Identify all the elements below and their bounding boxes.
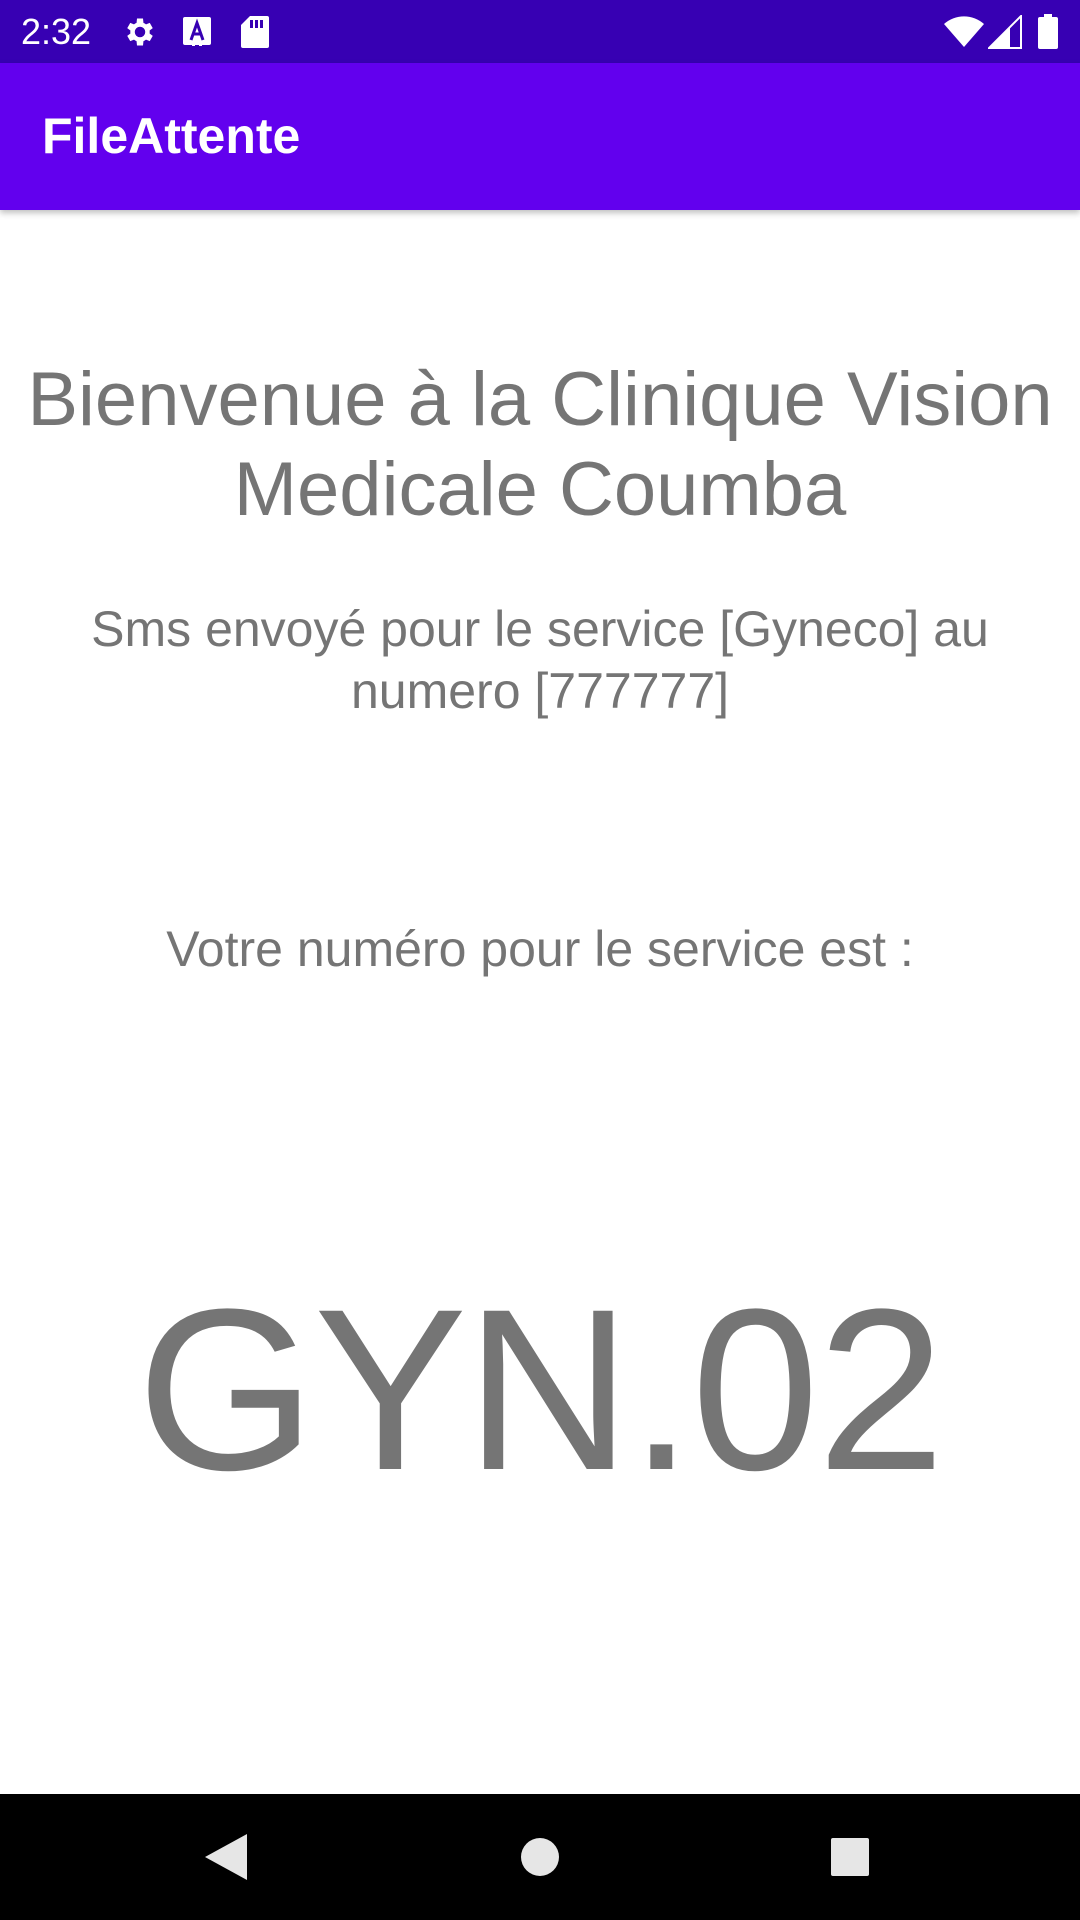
app-bar: FileAttente [0, 63, 1080, 210]
app-title: FileAttente [42, 108, 301, 164]
back-icon[interactable] [163, 1794, 289, 1920]
battery-icon [1037, 0, 1059, 63]
welcome-title: Bienvenue à la Clinique Vision Medicale … [27, 357, 1053, 532]
gear-icon [122, 0, 158, 63]
home-icon[interactable] [477, 1794, 603, 1920]
font-icon [182, 0, 212, 63]
ticket-number: GYN.02 [136, 1261, 945, 1518]
sms-confirmation: Sms envoyé pour le service [Gyneco] au n… [91, 601, 989, 719]
signal-icon [988, 0, 1022, 63]
screen: 2:32 FileAttente Bienvenue à la Clinique… [0, 0, 1080, 1920]
sd-card-icon [240, 0, 270, 63]
wifi-icon [944, 0, 984, 63]
number-label: Votre numéro pour le service est : [166, 921, 914, 977]
navigation-bar [0, 1794, 1080, 1920]
status-bar: 2:32 [0, 0, 1080, 63]
recents-icon[interactable] [787, 1794, 913, 1920]
status-time: 2:32 [21, 11, 92, 52]
